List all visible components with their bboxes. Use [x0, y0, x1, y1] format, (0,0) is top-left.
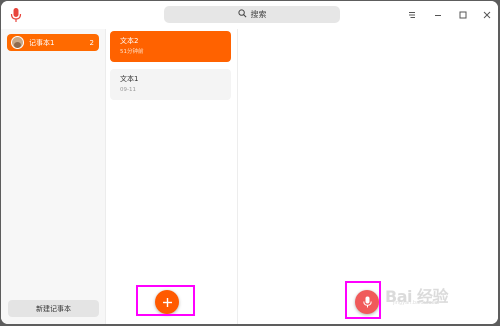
note-item[interactable]: 文本1 09-11: [110, 69, 231, 100]
search-icon: [237, 9, 247, 20]
note-time: 09-11: [120, 87, 136, 93]
notebook-note-count: 2: [89, 38, 94, 47]
app-window: 搜索 记事本1 2 新建记事本 文本2 51分钟前 文本1 09-11: [1, 1, 498, 324]
search-placeholder: 搜索: [250, 10, 267, 19]
note-time: 51分钟前: [120, 49, 144, 55]
title-bar: 搜索: [1, 1, 498, 29]
highlight-box-record: [345, 281, 381, 319]
watermark-url: jingyan.baidu.com: [393, 300, 440, 306]
note-list: 文本2 51分钟前 文本1 09-11: [106, 29, 238, 324]
search-box[interactable]: 搜索: [164, 6, 340, 23]
note-title: 文本1: [120, 75, 139, 83]
notebook-item[interactable]: 记事本1 2: [7, 34, 99, 51]
menu-icon[interactable]: [405, 8, 419, 22]
minimize-icon[interactable]: [431, 8, 445, 22]
watermark: Bai 经验 jingyan.baidu.com: [385, 283, 493, 309]
new-notebook-button[interactable]: 新建记事本: [8, 300, 99, 317]
note-editor[interactable]: [238, 29, 498, 324]
note-title: 文本2: [120, 37, 139, 45]
notebook-avatar: [11, 36, 24, 49]
maximize-icon[interactable]: [456, 8, 470, 22]
notebook-sidebar: 记事本1 2 新建记事本: [1, 29, 106, 324]
note-item-selected[interactable]: 文本2 51分钟前: [110, 31, 231, 62]
close-icon[interactable]: [480, 8, 494, 22]
highlight-box-add-note: [136, 285, 195, 316]
voice-note-app-icon: [10, 7, 22, 23]
notebook-label: 记事本1: [29, 38, 55, 47]
